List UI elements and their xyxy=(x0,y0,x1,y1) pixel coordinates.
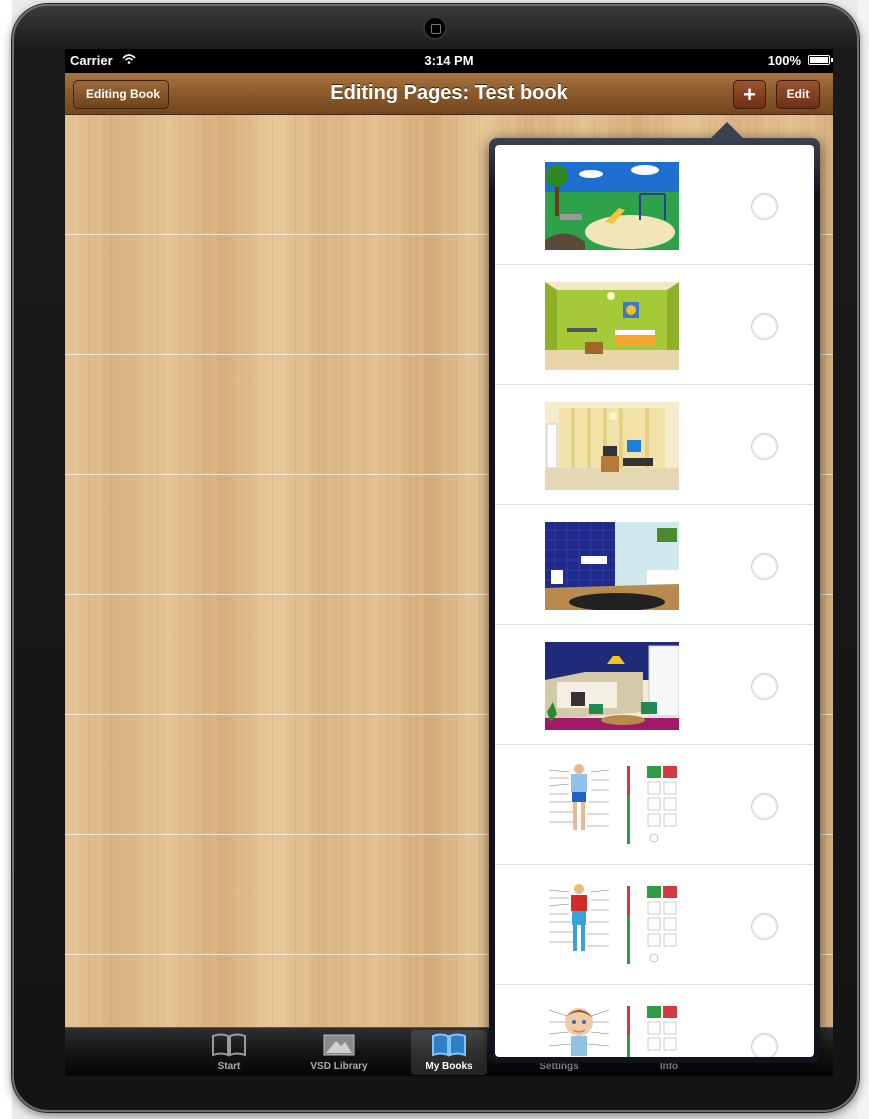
page-thumbnail xyxy=(545,282,679,370)
page-select-radio[interactable] xyxy=(751,1033,778,1057)
pages-list[interactable] xyxy=(495,145,814,1057)
add-page-button[interactable]: + xyxy=(733,80,766,109)
tab-label: Start xyxy=(217,1061,241,1072)
page-select-radio[interactable] xyxy=(751,313,778,340)
page-select-radio[interactable] xyxy=(751,793,778,820)
page-thumbnail xyxy=(545,402,679,490)
library-icon xyxy=(323,1034,355,1056)
page-row-playground[interactable] xyxy=(495,145,814,265)
tab-vsd-library[interactable]: VSD Library xyxy=(301,1030,377,1075)
page-row-body-chart-boy[interactable] xyxy=(495,745,814,865)
tab-label: My Books xyxy=(425,1061,473,1072)
tab-label: VSD Library xyxy=(310,1061,368,1072)
page-thumbnail xyxy=(545,882,679,970)
popover-arrow xyxy=(711,122,743,138)
page-row-bathroom[interactable] xyxy=(495,505,814,625)
background-window-left xyxy=(0,0,12,1119)
ipad-screen: Carrier 3:14 PM 100% Editing Book Editin… xyxy=(65,49,833,1076)
page-select-radio[interactable] xyxy=(751,913,778,940)
page-select-radio[interactable] xyxy=(751,553,778,580)
page-row-body-chart-girl[interactable] xyxy=(495,865,814,985)
edit-button[interactable]: Edit xyxy=(776,80,820,109)
status-time: 3:14 PM xyxy=(424,53,474,68)
pages-popover xyxy=(489,122,820,1063)
page-row-bedroom-green[interactable] xyxy=(495,265,814,385)
page-thumbnail xyxy=(545,1002,679,1057)
page-select-radio[interactable] xyxy=(751,673,778,700)
page-thumbnail xyxy=(545,762,679,850)
page-select-radio[interactable] xyxy=(751,433,778,460)
navigation-bar: Editing Book Editing Pages: Test book + … xyxy=(65,73,833,115)
tab-start[interactable]: Start xyxy=(191,1030,267,1075)
page-row-kitchen[interactable] xyxy=(495,625,814,745)
ipad-frame: Carrier 3:14 PM 100% Editing Book Editin… xyxy=(12,4,859,1112)
camera-icon xyxy=(423,16,447,40)
status-bar: Carrier 3:14 PM 100% xyxy=(65,49,833,73)
page-title: Editing Pages: Test book xyxy=(330,82,568,104)
page-select-radio[interactable] xyxy=(751,193,778,220)
page-row-face-chart-boy[interactable] xyxy=(495,985,814,1057)
page-thumbnail xyxy=(545,162,679,250)
book-icon xyxy=(212,1033,246,1057)
tab-my-books[interactable]: My Books xyxy=(411,1030,487,1075)
page-thumbnail xyxy=(545,522,679,610)
battery-label: 100% xyxy=(767,53,801,68)
page-row-bedroom-striped[interactable] xyxy=(495,385,814,505)
page-thumbnail xyxy=(545,642,679,730)
book-icon xyxy=(432,1033,466,1057)
battery-icon xyxy=(808,55,833,65)
